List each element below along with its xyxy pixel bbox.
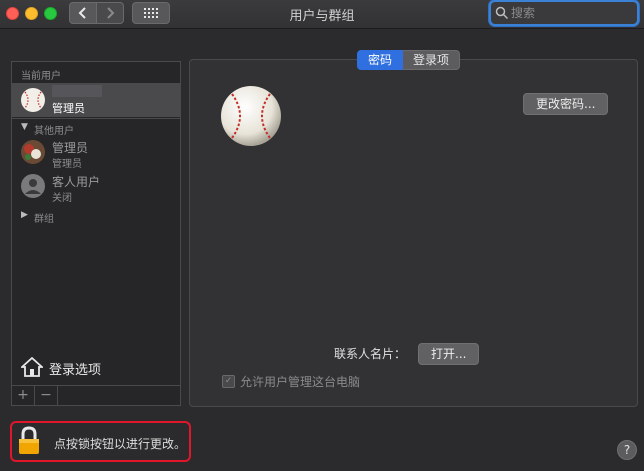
title-bar: 用户与群组 [0,0,644,29]
login-options-label: 登录选项 [49,363,102,378]
other-user-role: 管理员 [52,159,82,170]
guest-user-icon [21,174,45,198]
guest-user-status: 关闭 [52,193,72,204]
disclosure-open-icon[interactable]: ▼ [21,122,28,132]
change-password-button[interactable]: 更改密码... [523,93,609,115]
lock-highlight-box: 点按锁按钮以进行更改。 [10,421,191,462]
allow-admin-label: 允许用户管理这台电脑 [240,375,361,389]
baseball-avatar-icon [21,88,45,112]
user-row-admin[interactable]: 管理员 管理员 [12,136,180,170]
current-user-name: 管理员 [52,102,85,115]
search-icon [495,6,509,20]
house-icon [21,357,43,377]
user-list-panel: 当前用户 管理员 ▼ 其他用户 管理员 管理员 客人用户 关闭 ▶ 群组 登录选… [11,61,181,406]
current-users-label: 当前用户 [21,71,61,82]
other-user-name: 管理员 [52,141,89,155]
password-panel: 更改密码... 联系人名片： 打开... ✓ 允许用户管理这台电脑 [189,59,638,407]
help-button[interactable]: ? [617,440,637,460]
guest-user-name: 客人用户 [52,175,101,189]
allow-admin-checkbox[interactable]: ✓ [222,375,235,388]
user-row-guest[interactable]: 客人用户 关闭 [12,170,180,204]
contact-card-label: 联系人名片： [334,347,407,361]
redacted-name-block [52,85,102,97]
add-remove-bar: + − [12,385,180,406]
search-input[interactable] [509,6,631,20]
tab-password[interactable]: 密码 [357,50,404,70]
login-options-button[interactable]: 登录选项 [12,349,180,385]
tab-bar: 密码 登录项 [357,50,461,70]
remove-user-button[interactable]: − [35,386,58,406]
baseball-glove-avatar-icon [21,140,45,164]
groups-label: 群组 [34,214,54,225]
allow-admin-row: ✓ 允许用户管理这台电脑 [222,373,360,390]
lock-icon[interactable] [17,426,41,456]
divider [12,118,180,119]
add-user-button[interactable]: + [12,386,35,406]
tab-login-items[interactable]: 登录项 [403,50,461,70]
lock-instruction-text: 点按锁按钮以进行更改。 [54,437,187,451]
user-picture-baseball[interactable] [220,85,282,147]
open-contact-card-button[interactable]: 打开... [418,343,480,365]
disclosure-closed-icon[interactable]: ▶ [21,210,28,220]
user-row-current[interactable]: 管理员 [12,83,180,117]
search-field[interactable] [489,0,639,26]
other-users-label: 其他用户 [34,126,74,137]
